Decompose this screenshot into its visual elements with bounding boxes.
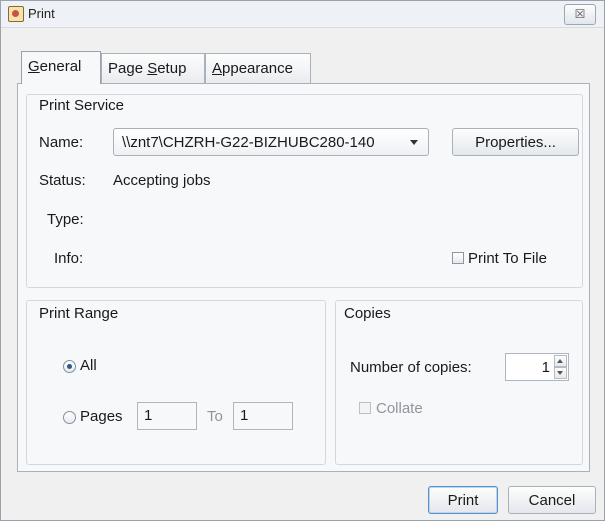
print-service-group: Print Service Name: \\znt7\CHZRH-G22-BIZ… bbox=[26, 94, 583, 288]
collate-checkbox[interactable] bbox=[359, 402, 371, 414]
number-of-copies-spinner[interactable]: 1 bbox=[505, 353, 569, 381]
number-of-copies-label: Number of copies: bbox=[350, 359, 472, 376]
info-label: Info: bbox=[54, 250, 84, 267]
print-range-group: Print Range All Pages 1 To 1 bbox=[26, 300, 326, 465]
tab-page-setup-label-pre: Page bbox=[108, 60, 148, 77]
print-dialog: Print ☒ General Page Setup Appearance Pr… bbox=[0, 0, 605, 521]
java-icon bbox=[8, 6, 24, 22]
title-bar: Print ☒ bbox=[1, 1, 604, 28]
cancel-button[interactable]: Cancel bbox=[508, 486, 596, 514]
chevron-down-icon bbox=[410, 140, 418, 145]
tab-page-setup-label-post: etup bbox=[157, 60, 187, 77]
print-to-file-checkbox[interactable] bbox=[452, 252, 464, 264]
printer-name-combo[interactable]: \\znt7\CHZRH-G22-BIZHUBC280-140 bbox=[113, 128, 429, 156]
pages-from-field[interactable]: 1 bbox=[137, 402, 197, 430]
number-of-copies-value: 1 bbox=[541, 359, 550, 376]
print-button[interactable]: Print bbox=[428, 486, 498, 514]
to-label: To bbox=[207, 408, 223, 425]
print-range-title: Print Range bbox=[39, 305, 119, 322]
spinner-down-icon[interactable] bbox=[554, 367, 567, 379]
print-service-title: Print Service bbox=[39, 97, 125, 114]
spinner-up-icon[interactable] bbox=[554, 355, 567, 367]
pages-radio[interactable] bbox=[63, 411, 76, 424]
name-label: Name: bbox=[39, 134, 84, 151]
copies-group: Copies Number of copies: 1 Collate bbox=[335, 300, 583, 465]
printer-name-value: \\znt7\CHZRH-G22-BIZHUBC280-140 bbox=[122, 134, 375, 151]
window-title: Print bbox=[28, 6, 55, 21]
general-tab-panel: Print Service Name: \\znt7\CHZRH-G22-BIZ… bbox=[17, 83, 590, 472]
tab-appearance-label-post: ppearance bbox=[222, 60, 293, 77]
tab-page-setup[interactable]: Page Setup bbox=[101, 53, 205, 83]
status-value: Accepting jobs bbox=[113, 172, 211, 189]
tab-appearance[interactable]: Appearance bbox=[205, 53, 311, 83]
status-label: Status: bbox=[39, 172, 86, 189]
tab-appearance-mnemonic: A bbox=[212, 60, 223, 77]
tab-general[interactable]: General bbox=[21, 51, 101, 84]
close-button[interactable]: ☒ bbox=[564, 4, 596, 25]
pages-to-field[interactable]: 1 bbox=[233, 402, 293, 430]
copies-title: Copies bbox=[344, 305, 391, 322]
type-label: Type: bbox=[47, 211, 84, 228]
collate-label[interactable]: Collate bbox=[376, 400, 423, 417]
print-to-file-label[interactable]: Print To File bbox=[468, 250, 547, 267]
tab-general-label-post: eneral bbox=[39, 58, 82, 75]
properties-button[interactable]: Properties... bbox=[452, 128, 579, 156]
tab-page-setup-mnemonic: S bbox=[147, 60, 158, 77]
all-radio[interactable] bbox=[63, 360, 76, 373]
pages-radio-label[interactable]: Pages bbox=[80, 408, 123, 425]
all-radio-label[interactable]: All bbox=[80, 357, 97, 374]
close-icon: ☒ bbox=[574, 7, 586, 21]
tab-general-mnemonic: G bbox=[28, 58, 40, 75]
